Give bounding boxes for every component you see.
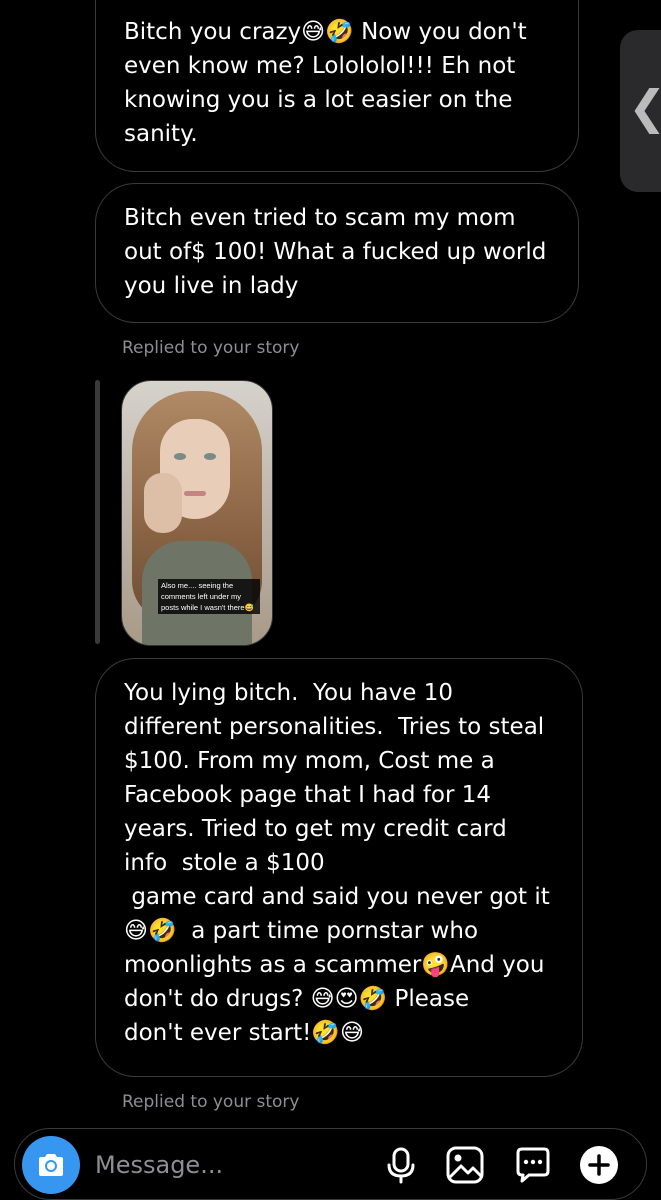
reply-indicator-bar: [95, 380, 100, 644]
message-input[interactable]: [95, 1151, 345, 1179]
sticker-icon[interactable]: [513, 1145, 553, 1185]
message-bubble[interactable]: You lying bitch. You have 10 different p…: [95, 658, 583, 1077]
camera-icon: [39, 1154, 63, 1176]
message-composer: [14, 1128, 647, 1200]
message-bubble[interactable]: Bitch you crazy😅🤣 Now you don't even kno…: [95, 0, 579, 172]
story-thumbnail[interactable]: Also me.... seeing the comments left und…: [121, 380, 273, 646]
microphone-icon[interactable]: [381, 1145, 421, 1185]
story-photo-hand: [144, 473, 182, 533]
camera-button[interactable]: [22, 1136, 80, 1194]
story-caption: Also me.... seeing the comments left und…: [158, 579, 260, 614]
message-bubble[interactable]: Bitch even tried to scam my mom out of$ …: [95, 183, 579, 323]
replied-to-story-label: Replied to your story: [122, 338, 300, 358]
side-panel-handle[interactable]: ❮: [620, 30, 661, 192]
image-icon[interactable]: [445, 1145, 485, 1185]
plus-icon[interactable]: [579, 1145, 619, 1185]
replied-to-story-label: Replied to your story: [122, 1092, 300, 1112]
chevron-left-icon: ❮: [628, 82, 661, 132]
